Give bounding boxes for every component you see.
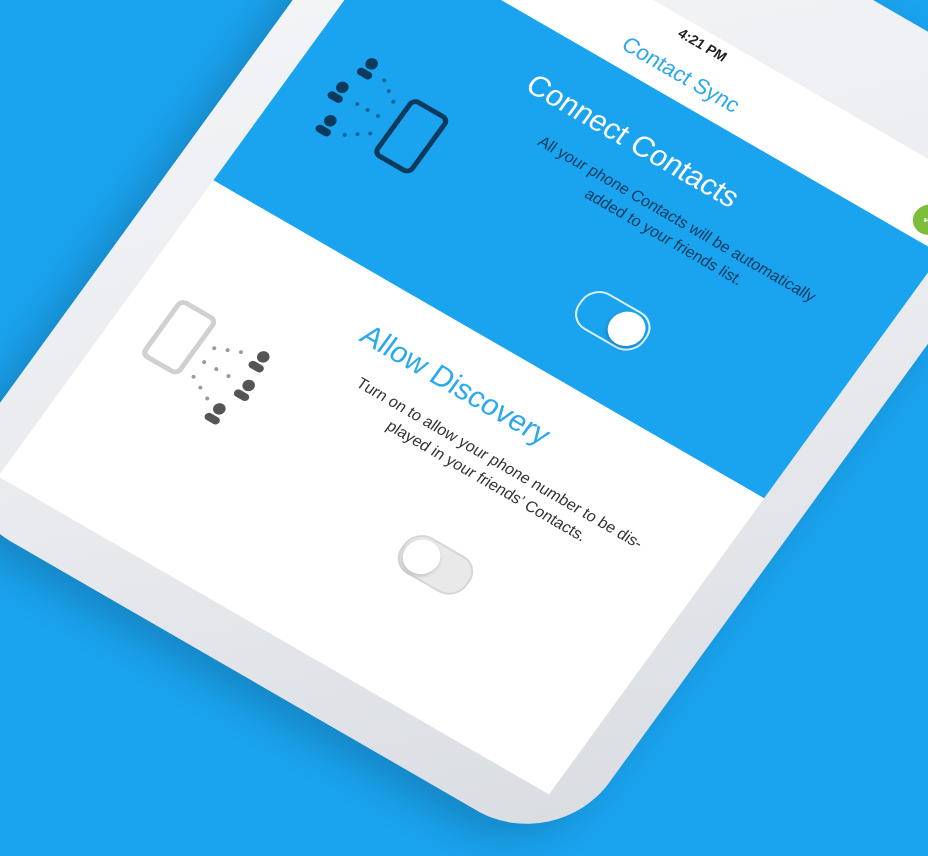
- toggle-knob: [395, 533, 448, 581]
- phone-icon: [374, 99, 449, 174]
- phone-device: ◜ 4:21 PM 100 Contact Sync ✓ Connect Con…: [0, 0, 928, 856]
- allow-discovery-toggle[interactable]: [389, 527, 482, 602]
- connect-contacts-toggle[interactable]: [566, 283, 659, 358]
- checkmark-icon: ✓: [917, 207, 928, 232]
- person-icon: [248, 351, 270, 373]
- person-icon: [233, 379, 255, 402]
- person-icon: [356, 58, 378, 80]
- toggle-knob: [600, 305, 653, 353]
- person-icon: [315, 115, 337, 137]
- phone-screen: ◜ 4:21 PM 100 Contact Sync ✓ Connect Con…: [0, 0, 928, 795]
- person-icon: [327, 81, 349, 103]
- person-icon: [204, 403, 226, 425]
